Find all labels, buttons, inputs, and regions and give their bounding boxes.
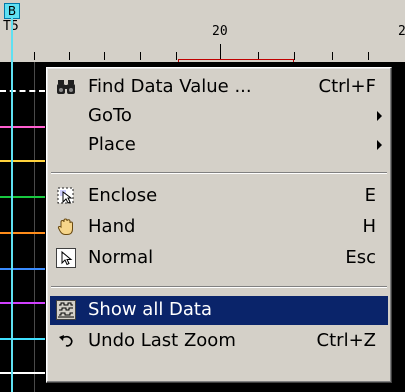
grid-line [34,62,35,392]
signal-trace [0,302,45,304]
ruler-tick-major [220,44,221,60]
ruler-tick [294,52,295,60]
menu-item-label: Place [88,134,136,155]
context-menu: Find Data Value ... Ctrl+F GoTo Place En… [46,67,392,383]
signal-trace [0,160,45,162]
binoculars-icon [56,77,76,97]
signal-trace [0,372,45,374]
menu-item-label: Undo Last Zoom [88,330,236,351]
menu-item-label: Enclose [88,185,158,206]
menu-item-place[interactable]: Place [50,131,388,160]
submenu-arrow-icon [377,140,382,150]
menu-item-label: Show all Data [88,299,213,320]
menu-item-goto[interactable]: GoTo [50,102,388,131]
submenu-arrow-icon [377,111,382,121]
menu-item-find-data-value[interactable]: Find Data Value ... Ctrl+F [50,73,388,102]
enclose-icon [56,186,76,206]
signal-trace [0,196,45,198]
signal-trace [0,126,45,128]
ruler-tick [140,52,141,60]
menu-item-show-all-data[interactable]: Show all Data [50,296,388,325]
menu-item-shortcut: H [362,216,376,237]
signal-trace [0,268,45,270]
signal-trace [0,338,45,340]
menu-item-shortcut: Esc [345,247,376,268]
signal-trace [0,90,45,92]
show-all-data-icon [56,300,76,320]
ruler-tick [176,52,177,60]
menu-item-normal[interactable]: Normal Esc [50,244,388,273]
ruler-tick [104,52,105,60]
ruler-tick [34,52,35,60]
menu-item-shortcut: Ctrl+F [318,76,376,97]
signal-trace [0,232,45,234]
menu-item-label: GoTo [88,105,132,126]
menu-separator [51,286,387,288]
menu-item-shortcut: E [364,185,376,206]
ruler-tick [69,52,70,60]
undo-icon [56,331,76,351]
ruler-label-20: 20 [212,24,228,39]
menu-item-label: Find Data Value ... [88,76,252,97]
menu-item-label: Normal [88,247,154,268]
menu-item-enclose[interactable]: Enclose E [50,182,388,211]
ruler-tick [332,52,333,60]
menu-item-undo-last-zoom[interactable]: Undo Last Zoom Ctrl+Z [50,327,388,356]
menu-item-label: Hand [88,216,136,237]
ruler-label-edge: 2 [398,24,405,39]
arrow-pointer-icon [56,248,76,268]
menu-separator [51,172,387,174]
menu-item-hand[interactable]: Hand H [50,213,388,242]
hand-icon [56,217,76,237]
ruler-tick [368,52,369,60]
cursor-line[interactable] [11,17,13,392]
timeline-ruler[interactable]: B T5 20 2 [0,0,405,63]
menu-item-shortcut: Ctrl+Z [316,330,376,351]
